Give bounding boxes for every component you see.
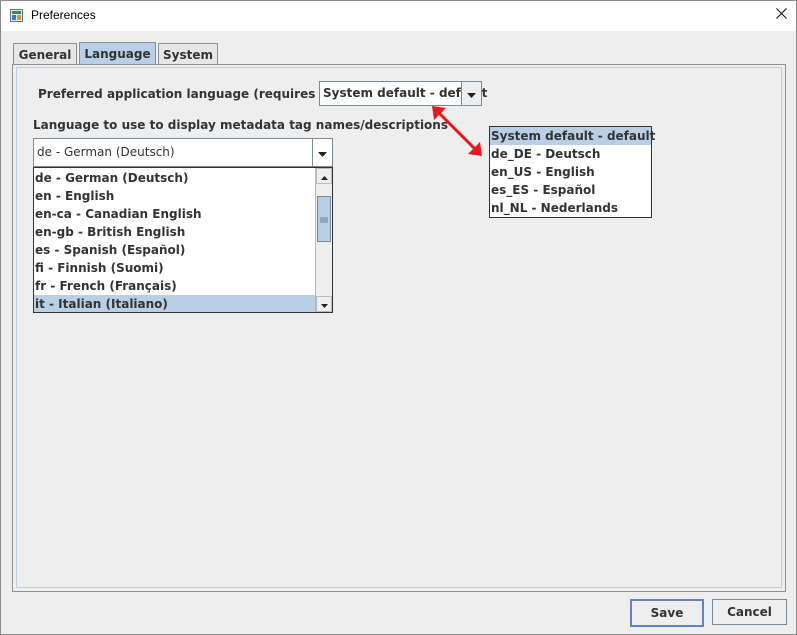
metadata-language-combo[interactable]: de - German (Deutsch) xyxy=(33,138,333,167)
dropdown-option[interactable]: en-gb - British English xyxy=(34,223,316,241)
save-button[interactable]: Save xyxy=(630,599,704,627)
combo-arrow-button[interactable] xyxy=(461,82,481,105)
dropdown-option[interactable]: de - German (Deutsch) xyxy=(34,169,316,187)
dropdown-option[interactable]: en-ca - Canadian English xyxy=(34,205,316,223)
tab-label: General xyxy=(18,47,72,62)
scroll-up-button[interactable] xyxy=(316,168,332,184)
combo-value: de - German (Deutsch) xyxy=(37,145,175,159)
button-label: Cancel xyxy=(727,605,772,619)
dropdown-option[interactable]: fi - Finnish (Suomi) xyxy=(34,259,316,277)
close-icon xyxy=(775,8,787,22)
vertical-scrollbar[interactable] xyxy=(315,168,332,312)
tab-label: Language xyxy=(84,47,151,61)
dropdown-option[interactable]: es_ES - Español xyxy=(490,181,651,199)
title-bar: Preferences xyxy=(0,0,797,32)
grip-icon xyxy=(320,212,328,226)
dropdown-option[interactable]: System default - default xyxy=(490,127,655,145)
combo-arrow-button[interactable] xyxy=(312,139,332,166)
chevron-down-icon xyxy=(320,297,328,311)
tab-general[interactable]: General xyxy=(13,43,77,65)
preferred-language-combo[interactable]: System default - default xyxy=(319,81,487,106)
cancel-button[interactable]: Cancel xyxy=(712,599,787,625)
dropdown-option[interactable]: en_US - English xyxy=(490,163,651,181)
dropdown-option[interactable]: es - Spanish (Español) xyxy=(34,241,316,259)
dropdown-option[interactable]: en - English xyxy=(34,187,316,205)
dropdown-option[interactable]: it - Italian (Italiano) xyxy=(34,295,316,312)
metadata-language-dropdown: de - German (Deutsch) en - English en-ca… xyxy=(33,167,333,313)
button-label: Save xyxy=(650,606,684,620)
chevron-up-icon xyxy=(320,169,328,183)
scroll-thumb[interactable] xyxy=(317,196,331,242)
dropdown-option[interactable]: fr - French (Français) xyxy=(34,277,316,295)
metadata-language-label: Language to use to display metadata tag … xyxy=(33,118,448,132)
tab-system[interactable]: System xyxy=(158,43,218,65)
scroll-down-button[interactable] xyxy=(316,296,332,312)
tab-label: System xyxy=(163,47,213,62)
dropdown-list: de - German (Deutsch) en - English en-ca… xyxy=(34,169,316,312)
dropdown-option[interactable]: nl_NL - Nederlands xyxy=(490,199,651,217)
preferred-language-dropdown: System default - default de_DE - Deutsch… xyxy=(489,126,655,218)
window-title: Preferences xyxy=(31,8,96,22)
dropdown-option[interactable]: de_DE - Deutsch xyxy=(490,145,651,163)
close-button[interactable] xyxy=(768,3,794,27)
red-arrow-annotation xyxy=(432,106,482,156)
chevron-down-icon xyxy=(318,146,327,160)
java-app-icon xyxy=(10,9,23,22)
chevron-down-icon xyxy=(467,87,476,101)
tab-language[interactable]: Language xyxy=(79,42,156,65)
